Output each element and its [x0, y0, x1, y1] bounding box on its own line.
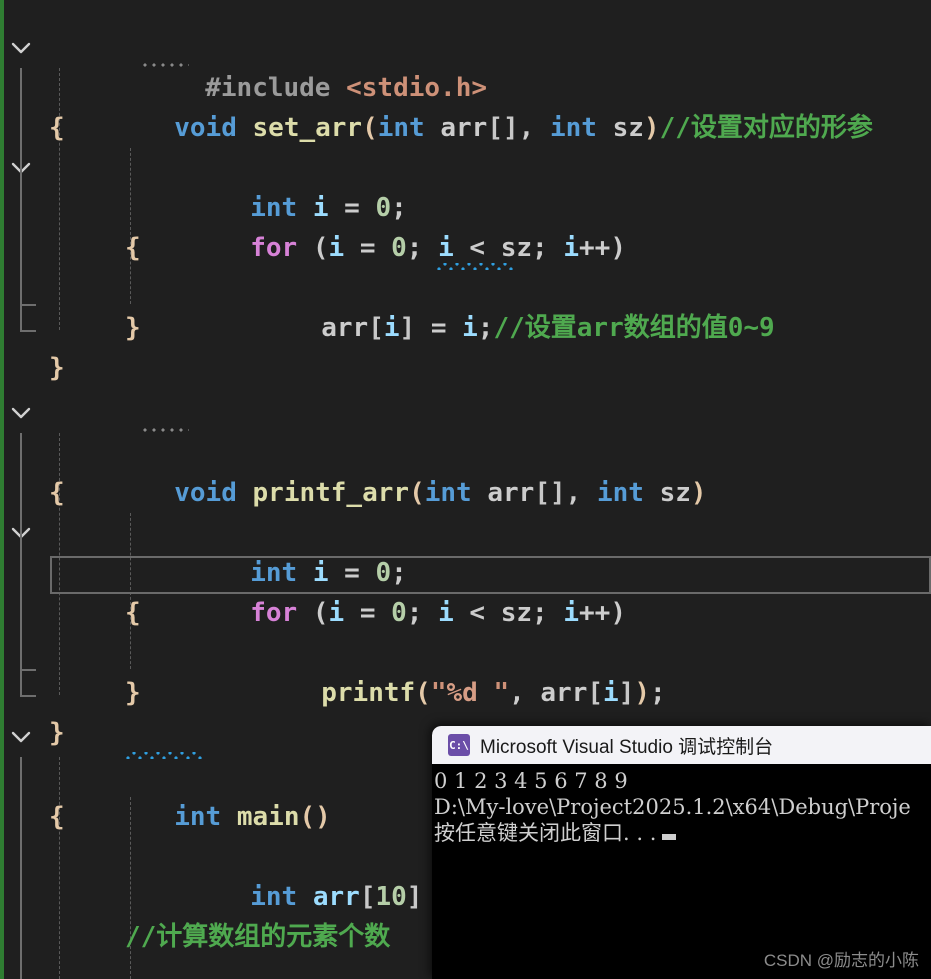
code-line-printf-arr-close-brace[interactable]: }	[0, 673, 931, 748]
console-title-bar[interactable]: C:\ Microsoft Visual Studio 调试控制台	[432, 726, 931, 764]
code-line-set-arr-open-brace[interactable]: {	[0, 68, 931, 143]
code-line-printf-call[interactable]: printf("%d ", arr[i]);	[0, 593, 931, 708]
quick-info-underline-printf-arr	[143, 428, 189, 432]
code-line-for1-open-brace[interactable]: {	[0, 188, 931, 263]
console-prompt-text: 按任意键关闭此窗口. . .	[434, 821, 657, 845]
code-line-for2-close-brace[interactable]: }	[0, 633, 931, 708]
console-output-line: 按任意键关闭此窗口. . .	[434, 820, 931, 846]
debug-console-window[interactable]: C:\ Microsoft Visual Studio 调试控制台 0 1 2 …	[432, 726, 931, 979]
console-output-area[interactable]: 0 1 2 3 4 5 6 7 8 9 D:\My-love\Project20…	[432, 764, 931, 846]
code-line-printf-arr-signature[interactable]: void printf_arr(int arr[], int sz)	[0, 393, 931, 508]
code-line-set-arr-for[interactable]: for (i = 0; i < sz; i++)	[0, 148, 931, 263]
console-title-text: Microsoft Visual Studio 调试控制台	[480, 736, 774, 758]
console-output-line: 0 1 2 3 4 5 6 7 8 9	[434, 769, 628, 793]
code-line-include[interactable]: #include <stdio.h>	[0, 0, 931, 103]
csdn-watermark: CSDN @励志的小陈	[763, 951, 919, 970]
cmd-prompt-icon: C:\	[448, 734, 470, 756]
cmd-prompt-icon-glyph: C:\	[449, 738, 469, 752]
code-line-assign-arr[interactable]: arr[i] = i;//设置arr数组的值0~9	[0, 228, 931, 343]
code-line-for2-open-brace[interactable]: {	[0, 553, 931, 628]
code-line-set-arr-signature[interactable]: void set_arr(int arr[], int sz)//设置对应的形参	[0, 28, 931, 143]
code-line-printf-arr-open-brace[interactable]: {	[0, 433, 931, 508]
vs-code-editor-screenshot: #include <stdio.h> void set_arr(int arr[…	[0, 0, 931, 979]
quick-info-underline-set-arr	[143, 63, 189, 67]
code-line-printf-arr-decl-i[interactable]: int i = 0;	[0, 473, 931, 588]
code-line-printf-arr-for[interactable]: for (i = 0; i < sz; i++)	[0, 513, 931, 628]
console-output-line: D:\My-love\Project2025.1.2\x64\Debug\Pro…	[434, 795, 911, 819]
code-line-set-arr-close-brace[interactable]: }	[0, 308, 931, 383]
console-cursor	[662, 834, 677, 840]
code-line-set-arr-decl-i[interactable]: int i = 0;	[0, 108, 931, 223]
code-line-for1-close-brace[interactable]: }	[0, 268, 931, 343]
